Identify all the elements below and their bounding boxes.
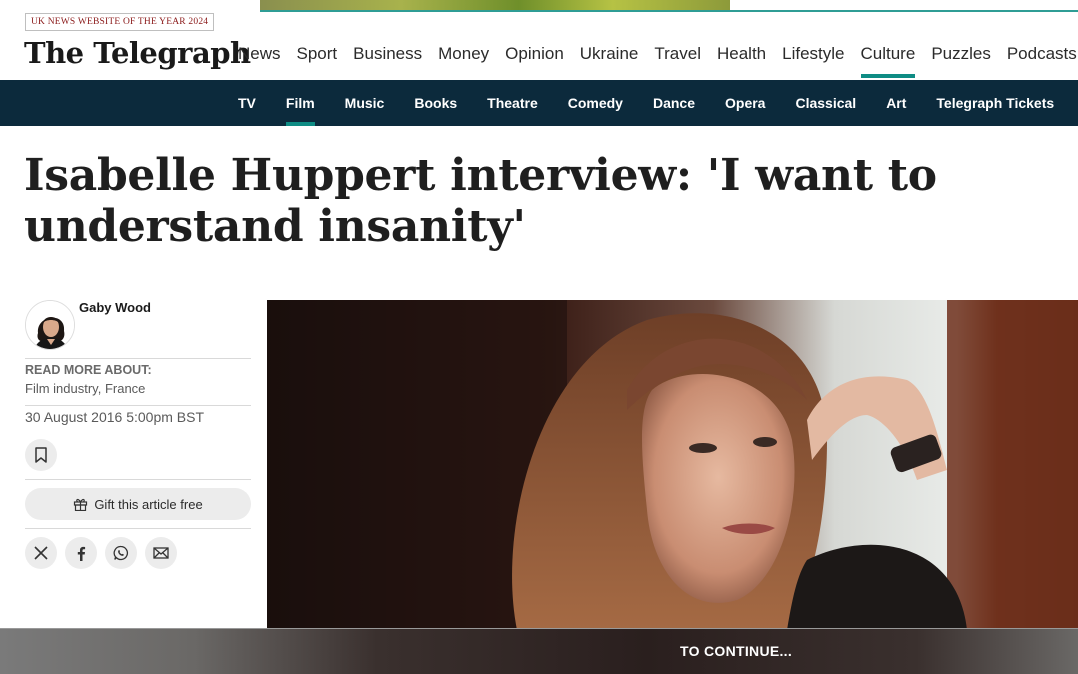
award-badge: UK NEWS WEBSITE OF THE YEAR 2024	[25, 13, 215, 31]
nav-item-ukraine[interactable]: Ukraine	[580, 40, 639, 78]
subnav-item-tv[interactable]: TV	[238, 80, 256, 126]
facebook-icon	[77, 546, 86, 561]
ad-image[interactable]	[260, 0, 730, 10]
article-headline: Isabelle Huppert interview: 'I want to u…	[24, 150, 937, 252]
subnav-item-classical[interactable]: Classical	[795, 80, 856, 126]
nav-item-puzzles[interactable]: Puzzles	[931, 40, 991, 78]
subnav-item-telegraph-tickets[interactable]: Telegraph Tickets	[936, 80, 1054, 126]
subnav-item-art[interactable]: Art	[886, 80, 906, 126]
subnav-item-dance[interactable]: Dance	[653, 80, 695, 126]
nav-item-podcasts[interactable]: Podcasts	[1007, 40, 1077, 78]
gift-icon	[74, 498, 88, 511]
primary-nav: News Sport Business Money Opinion Ukraine Trav…	[238, 40, 1078, 78]
nav-item-lifestyle[interactable]: Lifestyle	[782, 40, 844, 78]
byline: Gaby Wood	[25, 300, 251, 350]
secondary-nav-items: TV Film Music Books Theatre Comedy Dance Opera C…	[238, 80, 1078, 126]
share-buttons	[25, 537, 177, 569]
nav-item-money[interactable]: Money	[438, 40, 489, 78]
continue-button[interactable]: TO CONTINUE...	[680, 643, 792, 659]
nav-item-culture[interactable]: Culture	[860, 40, 915, 78]
nav-item-business[interactable]: Business	[353, 40, 422, 78]
email-icon	[153, 547, 169, 559]
nav-item-opinion[interactable]: Opinion	[505, 40, 564, 78]
author-name[interactable]: Gaby Wood	[79, 300, 151, 315]
subnav-item-opera[interactable]: Opera	[725, 80, 765, 126]
secondary-nav: TV Film Music Books Theatre Comedy Dance Opera C…	[0, 80, 1078, 126]
bookmark-button[interactable]	[25, 439, 57, 471]
author-avatar[interactable]	[25, 300, 75, 350]
nav-item-sport[interactable]: Sport	[297, 40, 338, 78]
telegraph-logo[interactable]: The Telegraph	[24, 36, 251, 70]
subnav-item-theatre[interactable]: Theatre	[487, 80, 538, 126]
bookmark-icon	[35, 447, 47, 463]
divider	[25, 358, 251, 359]
read-more-label: READ MORE ABOUT:	[25, 363, 152, 377]
read-more-topics: Film industry, France	[25, 381, 146, 396]
x-icon	[34, 546, 48, 560]
subnav-item-books[interactable]: Books	[414, 80, 457, 126]
top-ad-banner[interactable]	[260, 0, 1078, 12]
gift-label: Gift this article free	[94, 496, 203, 512]
whatsapp-icon	[113, 545, 129, 561]
divider	[25, 479, 251, 480]
nav-item-travel[interactable]: Travel	[654, 40, 701, 78]
publish-date: 30 August 2016 5:00pm BST	[25, 409, 205, 425]
subnav-item-film[interactable]: Film	[285, 80, 315, 126]
subnav-item-music[interactable]: Music	[345, 80, 385, 126]
subnav-item-comedy[interactable]: Comedy	[568, 80, 623, 126]
share-whatsapp-button[interactable]	[105, 537, 137, 569]
share-email-button[interactable]	[145, 537, 177, 569]
nav-item-news[interactable]: News	[238, 40, 281, 78]
divider	[25, 528, 251, 529]
topic-link-france[interactable]: France	[105, 381, 145, 396]
article-hero-image	[267, 300, 1078, 630]
topic-link-film-industry[interactable]: Film industry	[25, 381, 98, 396]
share-facebook-button[interactable]	[65, 537, 97, 569]
share-x-button[interactable]	[25, 537, 57, 569]
divider	[25, 405, 251, 406]
gift-article-button[interactable]: Gift this article free	[25, 488, 251, 520]
continue-overlay-bar	[0, 628, 1078, 674]
nav-item-health[interactable]: Health	[717, 40, 766, 78]
